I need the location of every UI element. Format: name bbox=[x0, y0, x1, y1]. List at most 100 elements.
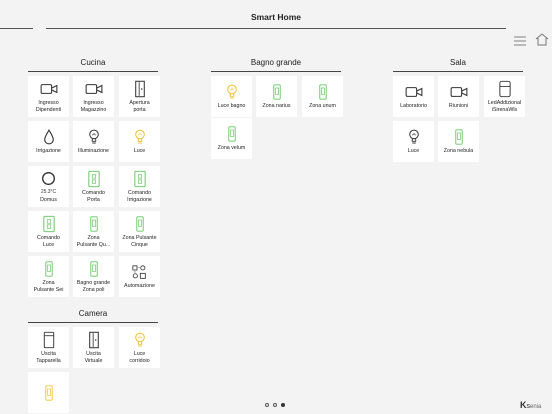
device-label: LedAddizional iSirenaWls bbox=[487, 100, 522, 113]
device-tile[interactable]: Bagno grande Zona poli bbox=[73, 256, 114, 297]
thermostat-icon bbox=[40, 170, 58, 188]
device-label: Zona Pulsante Sei bbox=[33, 280, 64, 293]
device-tile[interactable]: Ingresso Dipendenti bbox=[28, 76, 69, 117]
shutter-icon bbox=[40, 331, 58, 349]
room-title-3: Camera bbox=[78, 309, 108, 318]
menu-icon[interactable] bbox=[514, 36, 526, 46]
lightbulb-off-icon bbox=[85, 128, 103, 146]
page-indicator[interactable] bbox=[265, 403, 285, 407]
room-divider bbox=[28, 322, 158, 323]
device-label: Ingresso Dipendenti bbox=[35, 100, 62, 113]
app-title: Smart Home bbox=[250, 12, 302, 22]
device-tile[interactable]: Comando Luce bbox=[28, 211, 69, 252]
door-icon bbox=[85, 331, 103, 349]
device-label: Apertura porta bbox=[129, 100, 150, 113]
camera-icon bbox=[85, 80, 103, 98]
device-label: Uscita Tapparella bbox=[36, 351, 61, 364]
room-divider bbox=[28, 71, 158, 72]
room-title-1: Bagno grande bbox=[250, 58, 302, 67]
device-label: Illuminazione bbox=[78, 148, 109, 155]
temperature-value: 25.3°C bbox=[40, 188, 57, 195]
switch-green-icon bbox=[40, 260, 58, 278]
device-tile[interactable]: Zona Pulsante Cinque bbox=[119, 211, 160, 252]
device-label: Laboratorio bbox=[400, 103, 427, 110]
device-tile[interactable]: Ingresso Magazzino bbox=[73, 76, 114, 117]
ksenia-logo: Ksenia bbox=[520, 400, 542, 410]
device-tile[interactable]: Laboratorio bbox=[393, 76, 434, 117]
device-label: Domus bbox=[40, 196, 57, 203]
device-tile[interactable]: Apertura porta bbox=[119, 76, 160, 117]
device-label: Zona unum bbox=[309, 103, 336, 110]
lightbulb-on-icon bbox=[131, 128, 149, 146]
device-label: Luce corridoio bbox=[129, 351, 150, 364]
device-label: Zona narius bbox=[262, 103, 291, 110]
device-label: Zona nebula bbox=[443, 148, 474, 155]
device-label: Comando Luce bbox=[37, 235, 60, 248]
device-label: Bagno grande Zona poli bbox=[76, 280, 111, 293]
switch-green-icon bbox=[450, 128, 468, 146]
device-tile[interactable]: Zona narius bbox=[256, 76, 297, 117]
device-tile[interactable]: Luce corridoio bbox=[119, 327, 160, 368]
device-label: Zona Pulsante Cinque bbox=[122, 235, 157, 248]
switch-panel-icon bbox=[131, 170, 149, 188]
device-tile[interactable]: Uscita Virtuale bbox=[73, 327, 114, 368]
device-tile[interactable]: Luce bbox=[119, 121, 160, 162]
device-tile[interactable]: Zona Pulsante Qu... bbox=[73, 211, 114, 252]
device-label: Zona Pulsante Qu... bbox=[76, 235, 111, 248]
device-label: Riunioni bbox=[448, 103, 469, 110]
device-tile[interactable]: Irrigazione bbox=[28, 121, 69, 162]
water-drop-icon bbox=[40, 128, 58, 146]
home-icon[interactable] bbox=[535, 33, 549, 46]
device-tile[interactable]: Luce bagno bbox=[211, 76, 252, 117]
siren-icon bbox=[496, 80, 514, 98]
device-tile[interactable]: Zona nebula bbox=[438, 121, 479, 162]
switch-green-icon bbox=[85, 215, 103, 233]
device-tile[interactable]: Uscita Tapparella bbox=[28, 327, 69, 368]
switch-green-icon bbox=[314, 83, 332, 101]
page-dot-1[interactable] bbox=[265, 403, 269, 407]
device-label: Comando Irrigazione bbox=[127, 190, 152, 203]
switch-green-icon bbox=[131, 215, 149, 233]
device-tile[interactable]: Zona Pulsante Sei bbox=[28, 256, 69, 297]
device-label: Luce bbox=[133, 148, 146, 155]
switch-green-icon bbox=[268, 83, 286, 101]
page-dot-3[interactable] bbox=[281, 403, 285, 407]
lightbulb-on-icon bbox=[223, 83, 241, 101]
switch-green-icon bbox=[85, 260, 103, 278]
device-label: Luce bbox=[407, 148, 420, 155]
room-divider bbox=[211, 71, 341, 72]
door-icon bbox=[131, 80, 149, 98]
device-label: Comando Porta bbox=[82, 190, 105, 203]
device-tile[interactable]: Illuminazione bbox=[73, 121, 114, 162]
device-tile[interactable]: Luce bbox=[393, 121, 434, 162]
header-divider bbox=[46, 28, 506, 29]
lightbulb-on-icon bbox=[131, 331, 149, 349]
camera-icon bbox=[40, 80, 58, 98]
switch-yellow-icon bbox=[40, 384, 58, 402]
switch-panel-icon bbox=[40, 215, 58, 233]
device-tile[interactable] bbox=[28, 372, 69, 413]
lightbulb-off-icon bbox=[405, 128, 423, 146]
device-tile[interactable]: Comando Porta bbox=[73, 166, 114, 207]
room-title-0: Cucina bbox=[80, 58, 106, 67]
device-tile[interactable]: LedAddizional iSirenaWls bbox=[484, 76, 525, 117]
device-tile[interactable]: Comando Irrigazione bbox=[119, 166, 160, 207]
camera-icon bbox=[405, 83, 423, 101]
device-tile[interactable]: Riunioni bbox=[438, 76, 479, 117]
header-divider-left bbox=[0, 28, 33, 29]
automation-icon bbox=[131, 263, 149, 281]
device-tile[interactable]: Zona unum bbox=[302, 76, 343, 117]
device-label: Irrigazione bbox=[36, 148, 61, 155]
switch-green-icon bbox=[223, 125, 241, 143]
page-dot-2[interactable] bbox=[273, 403, 277, 407]
device-label: Luce bagno bbox=[217, 103, 246, 110]
device-tile[interactable]: 25.3°C Domus bbox=[28, 166, 69, 207]
switch-panel-icon bbox=[85, 170, 103, 188]
device-label: Ingresso Magazzino bbox=[80, 100, 107, 113]
camera-icon bbox=[450, 83, 468, 101]
device-tile[interactable]: Zona velum bbox=[211, 118, 252, 159]
device-tile[interactable]: Automazione bbox=[119, 256, 160, 297]
device-label: Automazione bbox=[124, 283, 155, 290]
device-label: Zona velum bbox=[217, 145, 246, 152]
room-divider bbox=[393, 71, 523, 72]
